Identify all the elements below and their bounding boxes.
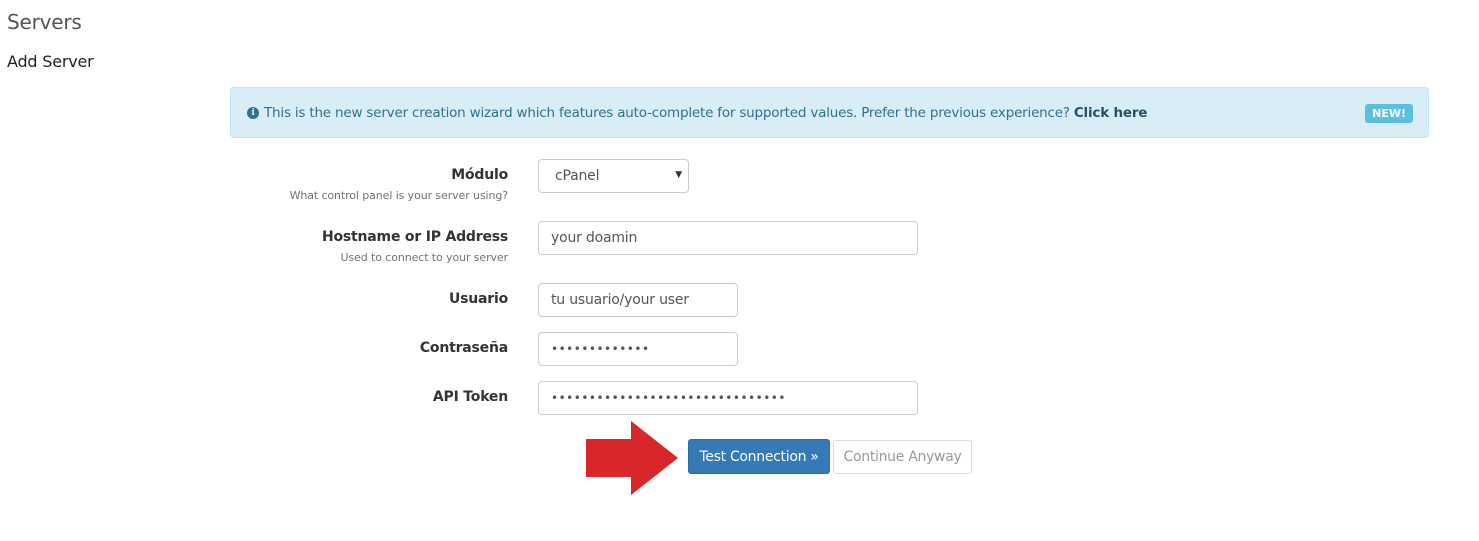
- api-token-label: API Token: [432, 389, 508, 405]
- hostname-input[interactable]: [538, 221, 918, 255]
- info-alert: i This is the new server creation wizard…: [230, 87, 1429, 138]
- previous-experience-link[interactable]: Click here: [1074, 105, 1148, 121]
- page-subtitle: Add Server: [7, 52, 94, 71]
- username-input[interactable]: [538, 283, 738, 317]
- new-badge: NEW!: [1365, 104, 1413, 123]
- username-label: Usuario: [448, 291, 508, 307]
- info-circle-icon: i: [247, 106, 259, 119]
- red-arrow-icon: [586, 421, 678, 495]
- api-token-input[interactable]: [538, 381, 918, 415]
- test-connection-button[interactable]: Test Connection »: [688, 439, 830, 474]
- module-help-text: What control panel is your server using?: [289, 189, 509, 202]
- hostname-label: Hostname or IP Address: [321, 229, 508, 245]
- hostname-help-text: Used to connect to your server: [340, 251, 508, 264]
- password-input[interactable]: [538, 332, 738, 366]
- continue-anyway-button[interactable]: Continue Anyway: [833, 440, 972, 474]
- password-label: Contraseña: [419, 340, 508, 356]
- chevron-down-icon: ▼: [675, 170, 682, 180]
- alert-message: This is the new server creation wizard w…: [264, 104, 1070, 121]
- module-selected-value: cPanel: [555, 168, 600, 184]
- module-label: Módulo: [451, 167, 508, 183]
- page-title: Servers: [7, 10, 82, 34]
- module-select[interactable]: cPanel ▼: [538, 159, 689, 193]
